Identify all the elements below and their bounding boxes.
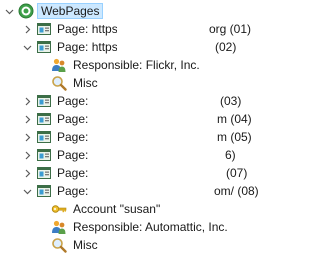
chevron-right-icon[interactable] bbox=[22, 96, 32, 106]
page-label-suffix: org (01) bbox=[209, 22, 252, 36]
globe-icon bbox=[18, 3, 34, 19]
key-icon bbox=[51, 201, 67, 217]
page-icon bbox=[36, 129, 52, 145]
chevron-right-icon[interactable] bbox=[22, 168, 32, 178]
page-label-prefix: Page: bbox=[57, 148, 89, 162]
tree-item-page-06[interactable]: Page: 6) bbox=[22, 146, 312, 164]
page-label-suffix: (03) bbox=[220, 94, 242, 108]
chevron-right-icon[interactable] bbox=[22, 132, 32, 142]
page-icon bbox=[36, 39, 52, 55]
tree-item-misc[interactable]: Misc bbox=[51, 74, 201, 92]
chevron-down-icon[interactable] bbox=[4, 6, 14, 16]
tree-item-page-07[interactable]: Page: (07) bbox=[22, 164, 312, 182]
chevron-down-icon[interactable] bbox=[22, 186, 32, 196]
tree-item-responsible[interactable]: Responsible: Flickr, Inc. bbox=[51, 56, 301, 74]
tree-item-label: Responsible: Automattic, Inc. bbox=[73, 220, 228, 234]
page-label-prefix: Page: bbox=[57, 130, 89, 144]
page-label-suffix: (02) bbox=[215, 40, 237, 54]
page-icon bbox=[36, 21, 52, 37]
magnifier-icon bbox=[51, 237, 67, 253]
page-label-prefix: Page: bbox=[57, 184, 89, 198]
tree-item-page-02[interactable]: Page: https (02) bbox=[22, 38, 312, 56]
page-label-prefix: Page: https bbox=[57, 22, 118, 36]
tree-item-page-03[interactable]: Page: (03) bbox=[22, 92, 312, 110]
tree-root[interactable]: WebPages bbox=[4, 2, 304, 20]
page-icon bbox=[36, 147, 52, 163]
tree-root-label: WebPages bbox=[37, 3, 104, 19]
page-icon bbox=[36, 183, 52, 199]
page-icon bbox=[36, 93, 52, 109]
redacted-region bbox=[117, 38, 212, 56]
page-icon bbox=[36, 165, 52, 181]
page-label-prefix: Page: bbox=[57, 94, 89, 108]
page-label-suffix: m (04) bbox=[217, 112, 252, 126]
people-icon bbox=[51, 57, 67, 73]
chevron-down-icon[interactable] bbox=[22, 42, 32, 52]
page-label-prefix: Page: bbox=[57, 166, 89, 180]
page-label-suffix: m (05) bbox=[217, 130, 252, 144]
page-label-prefix: Page: bbox=[57, 112, 89, 126]
tree-item-responsible[interactable]: Responsible: Automattic, Inc. bbox=[51, 218, 311, 236]
tree-item-page-04[interactable]: Page: m (04) bbox=[22, 110, 312, 128]
magnifier-icon bbox=[51, 75, 67, 91]
chevron-right-icon[interactable] bbox=[22, 150, 32, 160]
tree-item-page-01[interactable]: Page: https org (01) bbox=[22, 20, 312, 38]
tree-item-account[interactable]: Account "susan" bbox=[51, 200, 251, 218]
page-label-suffix: om/ (08) bbox=[214, 184, 259, 198]
tree-item-misc[interactable]: Misc bbox=[51, 236, 201, 254]
redacted-region bbox=[117, 20, 207, 38]
page-icon bbox=[36, 111, 52, 127]
chevron-right-icon[interactable] bbox=[22, 114, 32, 124]
tree-item-label: Misc bbox=[73, 76, 98, 90]
page-label-prefix: Page: https bbox=[57, 40, 118, 54]
tree-item-label: Account "susan" bbox=[73, 202, 161, 216]
page-label-suffix: 6) bbox=[225, 148, 236, 162]
tree-item-label: Misc bbox=[73, 238, 98, 252]
page-label-suffix: (07) bbox=[226, 166, 248, 180]
tree-item-page-05[interactable]: Page: m (05) bbox=[22, 128, 312, 146]
tree-item-page-08[interactable]: Page: om/ (08) bbox=[22, 182, 312, 200]
tree-item-label: Responsible: Flickr, Inc. bbox=[73, 58, 200, 72]
chevron-right-icon[interactable] bbox=[22, 24, 32, 34]
people-icon bbox=[51, 219, 67, 235]
